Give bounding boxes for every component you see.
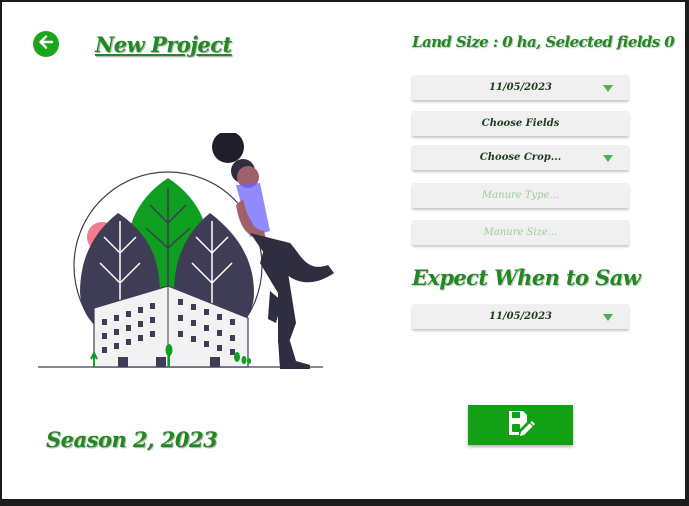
sowing-date-value: 11/05/2023 [489, 311, 552, 322]
save-edit-icon [506, 409, 536, 441]
chevron-down-icon [603, 314, 613, 321]
chevron-down-icon [603, 155, 613, 162]
manure-type-placeholder: Manure Type... [481, 190, 560, 201]
chevron-down-icon [603, 85, 613, 92]
arrow-left-icon [37, 33, 55, 55]
date-select[interactable]: 11/05/2023 [412, 75, 629, 100]
page-title: New Project [95, 32, 232, 57]
manure-size-placeholder: Manure Size... [483, 227, 558, 238]
crop-select-value: Choose Crop... [479, 152, 562, 163]
season-label: Season 2, 2023 [46, 427, 218, 452]
expect-sowing-heading: Expect When to Saw [412, 265, 641, 290]
choose-fields-button[interactable]: Choose Fields [412, 111, 629, 136]
woman-leaning-on-building-illustration [38, 133, 334, 369]
sowing-date-select[interactable]: 11/05/2023 [412, 304, 629, 329]
back-button[interactable] [33, 31, 59, 57]
save-button[interactable] [468, 405, 573, 445]
manure-type-input[interactable]: Manure Type... [412, 183, 629, 208]
choose-fields-label: Choose Fields [481, 118, 560, 129]
manure-size-input[interactable]: Manure Size... [412, 220, 629, 245]
land-size-info: Land Size : 0 ha, Selected fields 0 [412, 33, 675, 51]
crop-select[interactable]: Choose Crop... [412, 145, 629, 170]
date-select-value: 11/05/2023 [489, 82, 552, 93]
